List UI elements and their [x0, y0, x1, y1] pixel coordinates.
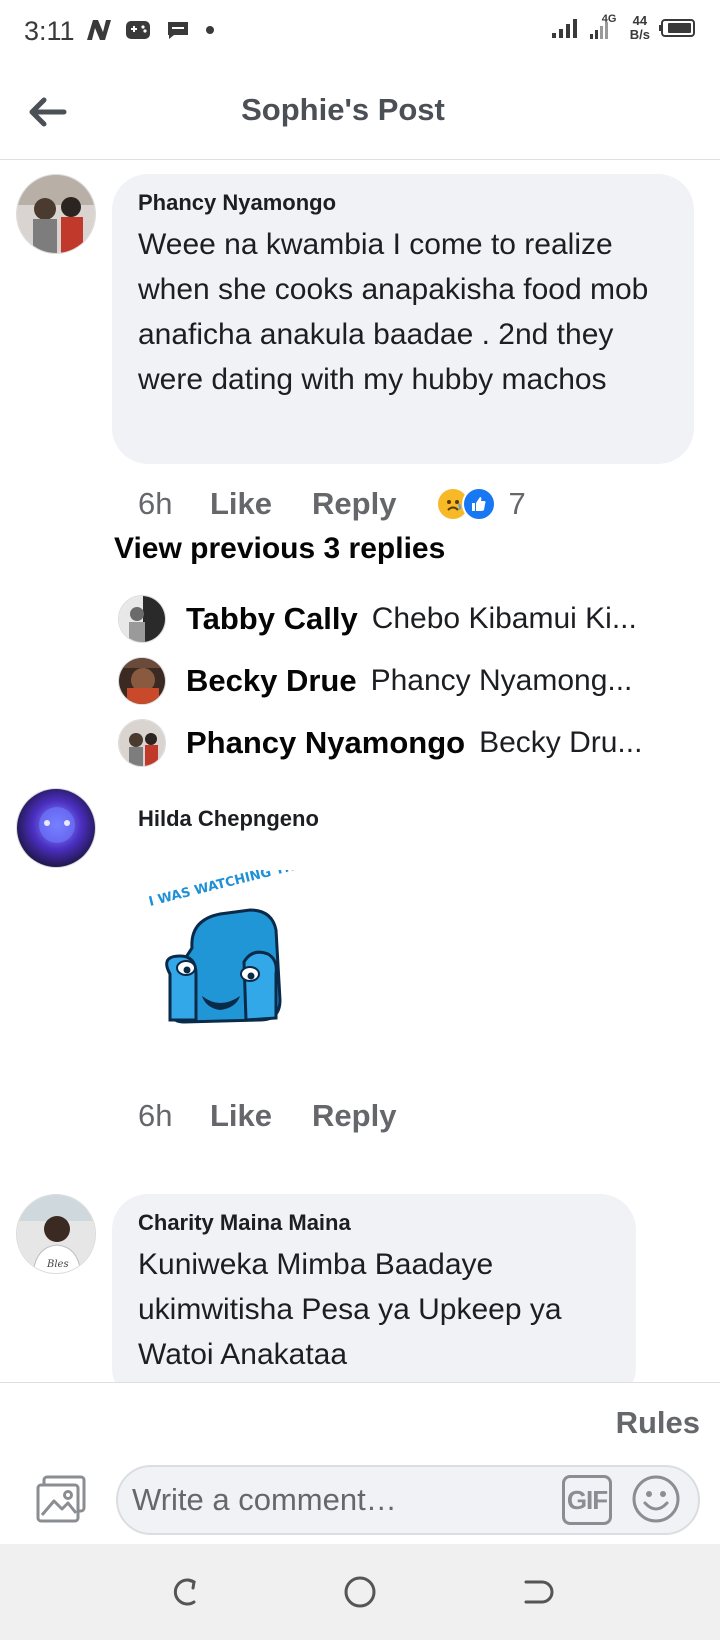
status-indicators: 4G 44 B/s: [550, 13, 698, 42]
message-icon: [168, 22, 188, 39]
reply-snippet: Chebo Kibamui Ki...: [371, 602, 637, 635]
view-previous-replies-link[interactable]: View previous 3 replies: [114, 532, 445, 566]
reply-preview[interactable]: Becky Drue Phancy Nyamong...: [118, 656, 678, 706]
status-time: 3:11: [24, 16, 75, 46]
nav-back-icon[interactable]: [516, 1572, 556, 1612]
reactions[interactable]: [436, 487, 497, 521]
avatar[interactable]: Bles: [16, 1194, 96, 1274]
avatar: [118, 595, 166, 643]
reply-preview[interactable]: Phancy Nyamongo Becky Dru...: [118, 718, 678, 768]
comment-author[interactable]: Hilda Chepngeno: [138, 806, 319, 832]
comment-text: Weee na kwambia I come to realize when s…: [138, 228, 649, 396]
reply-snippet: Becky Dru...: [479, 726, 643, 759]
comment-author[interactable]: Phancy Nyamongo: [138, 190, 668, 216]
reply-author: Becky Drue: [186, 663, 357, 698]
gif-button[interactable]: GIF: [562, 1475, 612, 1525]
reply-button[interactable]: Reply: [312, 486, 396, 522]
photo-icon[interactable]: [34, 1473, 90, 1525]
comment-actions: 6h Like Reply: [138, 1098, 436, 1134]
avatar[interactable]: [16, 174, 96, 254]
netflix-notification-icon: [87, 20, 111, 40]
comment-actions: 6h Like Reply 7: [138, 486, 526, 522]
comment-composer: Rules GIF: [0, 1382, 720, 1544]
reply-author: Tabby Cally: [186, 601, 358, 636]
avatar: [118, 657, 166, 705]
smiley-icon[interactable]: [630, 1473, 682, 1525]
comment-text: Kuniweka Mimba Baadaye ukimwitisha Pesa …: [138, 1248, 562, 1371]
game-controller-icon: [126, 21, 150, 39]
reaction-count[interactable]: 7: [508, 486, 525, 522]
like-button[interactable]: Like: [210, 1098, 272, 1134]
page-title: Sophie's Post: [241, 92, 445, 127]
dot-icon: [206, 26, 214, 34]
network-speed: 44 B/s: [629, 13, 650, 42]
comment-time: 6h: [138, 486, 173, 521]
notification-icons: [84, 18, 216, 42]
battery-icon: [659, 19, 695, 37]
comments-list[interactable]: Phancy Nyamongo Weee na kwambia I come t…: [0, 160, 720, 1382]
comment-bubble[interactable]: Charity Maina Maina Kuniweka Mimba Baada…: [112, 1194, 636, 1382]
recents-icon[interactable]: [164, 1572, 204, 1612]
comment-author[interactable]: Charity Maina Maina: [138, 1210, 610, 1236]
comment-bubble[interactable]: Phancy Nyamongo Weee na kwambia I come t…: [112, 174, 694, 464]
status-bar: 3:11 4G 44 B/s: [0, 0, 720, 64]
svg-text:Bles: Bles: [46, 1259, 69, 1270]
armchair-sticker-icon[interactable]: I WAS WATCHING THAT.: [140, 870, 300, 1040]
signal-bars-icon: [551, 19, 577, 38]
system-nav-bar: [0, 1544, 720, 1640]
svg-text:I WAS WATCHING THAT.: I WAS WATCHING THAT.: [147, 870, 300, 910]
like-button[interactable]: Like: [210, 486, 272, 522]
avatar: [118, 719, 166, 767]
comment-time: 6h: [138, 1098, 173, 1133]
reply-snippet: Phancy Nyamong...: [370, 664, 633, 697]
reply-preview[interactable]: Tabby Cally Chebo Kibamui Ki...: [118, 594, 678, 644]
signal-4g-icon: 4G: [588, 13, 622, 41]
reply-author: Phancy Nyamongo: [186, 725, 466, 760]
avatar[interactable]: [16, 788, 96, 868]
reply-button[interactable]: Reply: [312, 1098, 396, 1134]
like-reaction-icon: [462, 487, 497, 521]
comment-input[interactable]: [116, 1465, 700, 1535]
rules-link[interactable]: Rules: [616, 1405, 700, 1441]
post-header: Sophie's Post: [0, 64, 720, 160]
home-circle-icon[interactable]: [340, 1572, 380, 1612]
